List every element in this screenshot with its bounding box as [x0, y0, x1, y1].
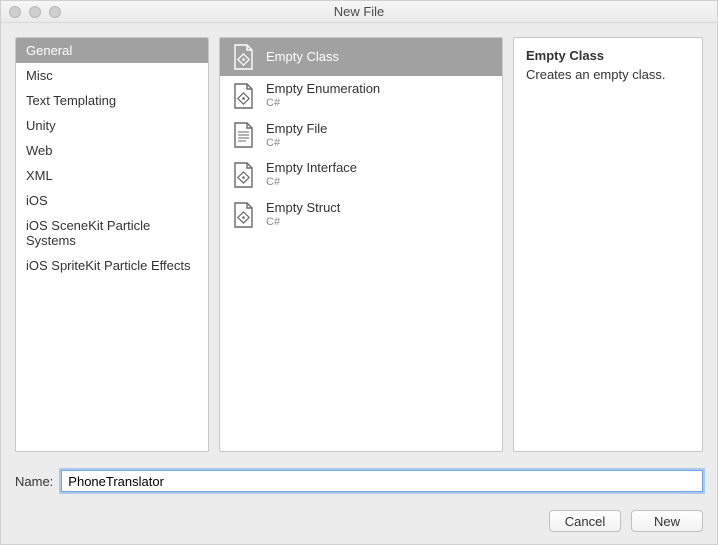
template-item[interactable]: Empty StructC# — [220, 195, 502, 235]
cancel-button[interactable]: Cancel — [549, 510, 621, 532]
category-item[interactable]: Web — [16, 138, 208, 163]
category-item[interactable]: Misc — [16, 63, 208, 88]
titlebar: New File — [1, 1, 717, 23]
template-subtitle: C# — [266, 137, 327, 150]
button-row: Cancel New — [15, 510, 703, 532]
dialog-content: GeneralMiscText TemplatingUnityWebXMLiOS… — [1, 23, 717, 544]
category-list[interactable]: GeneralMiscText TemplatingUnityWebXMLiOS… — [15, 37, 209, 452]
template-item[interactable]: Empty Class — [220, 38, 502, 76]
csharp-file-icon — [230, 44, 256, 70]
new-file-dialog: New File GeneralMiscText TemplatingUnity… — [0, 0, 718, 545]
window-controls — [9, 6, 61, 18]
close-icon[interactable] — [9, 6, 21, 18]
category-item[interactable]: General — [16, 38, 208, 63]
csharp-file-icon — [230, 202, 256, 228]
category-item[interactable]: iOS — [16, 188, 208, 213]
file-icon — [230, 122, 256, 148]
new-button[interactable]: New — [631, 510, 703, 532]
name-input[interactable] — [61, 470, 703, 492]
description-panel: Empty Class Creates an empty class. — [513, 37, 703, 452]
name-label: Name: — [15, 474, 53, 489]
template-item[interactable]: Empty InterfaceC# — [220, 155, 502, 195]
name-row: Name: — [15, 470, 703, 492]
template-item[interactable]: Empty FileC# — [220, 116, 502, 156]
category-item[interactable]: Text Templating — [16, 88, 208, 113]
csharp-file-icon — [230, 162, 256, 188]
template-name: Empty File — [266, 122, 327, 137]
csharp-file-icon — [230, 83, 256, 109]
template-subtitle: C# — [266, 97, 380, 110]
template-list[interactable]: Empty Class Empty EnumerationC# Empty Fi… — [219, 37, 503, 452]
window-title: New File — [1, 4, 717, 19]
template-name: Empty Class — [266, 50, 339, 65]
description-body: Creates an empty class. — [526, 67, 690, 82]
description-title: Empty Class — [526, 48, 690, 63]
template-subtitle: C# — [266, 176, 357, 189]
template-name: Empty Interface — [266, 161, 357, 176]
category-item[interactable]: XML — [16, 163, 208, 188]
template-name: Empty Struct — [266, 201, 340, 216]
template-name: Empty Enumeration — [266, 82, 380, 97]
template-item[interactable]: Empty EnumerationC# — [220, 76, 502, 116]
template-subtitle: C# — [266, 216, 340, 229]
panels: GeneralMiscText TemplatingUnityWebXMLiOS… — [15, 37, 703, 452]
category-item[interactable]: Unity — [16, 113, 208, 138]
category-item[interactable]: iOS SceneKit Particle Systems — [16, 213, 208, 253]
minimize-icon[interactable] — [29, 6, 41, 18]
zoom-icon[interactable] — [49, 6, 61, 18]
category-item[interactable]: iOS SpriteKit Particle Effects — [16, 253, 208, 278]
